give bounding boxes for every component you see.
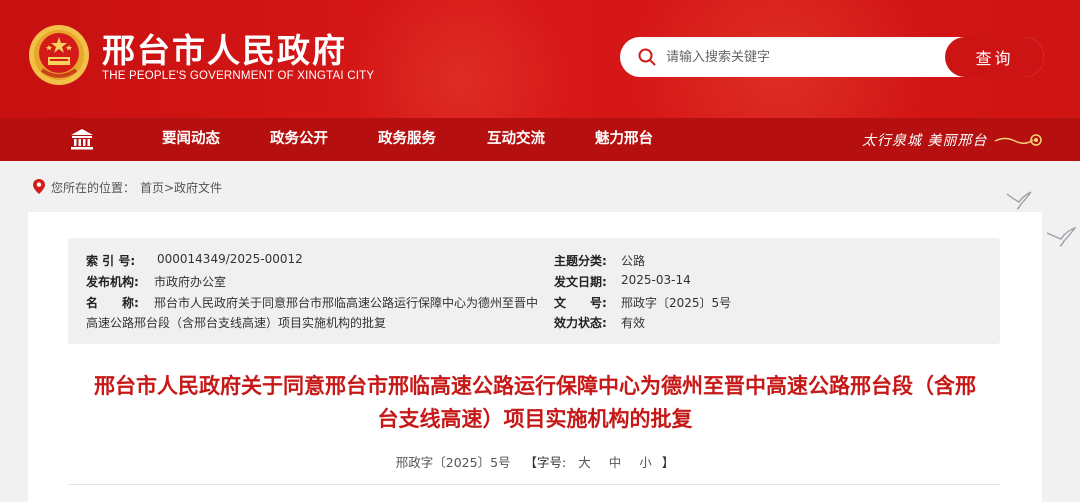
font-size-label: 【字号: [524,455,567,470]
breadcrumb-label: 您所在的位置： [51,181,136,195]
index-label: 索 引 号: [86,254,136,268]
status-value: 有效 [621,316,646,330]
nav-item-disclosure[interactable]: 政务公开 [270,118,328,161]
issuer-label: 发布机构: [86,275,139,289]
index-value: 000014349/2025-00012 [157,252,303,266]
document-card: 索 引 号: 000014349/2025-00012 主题分类: 公路 发布机… [28,212,1042,502]
font-size-small-button[interactable]: 小 [639,455,652,470]
date-label: 发文日期: [554,275,607,289]
document-title-line1: 邢台市人民政府关于同意邢台市邢临高速公路运行保障中心为德州至晋中高速公路邢台段（… [94,374,976,398]
nav-item-charm[interactable]: 魅力邢台 [595,118,653,161]
name-value-line2: 高速公路邢台段（含邢台支线高速）项目实施机构的批复 [86,316,387,330]
docno-value: 邢政字〔2025〕5号 [621,296,732,310]
name-value-line1: 邢台市人民政府关于同意邢台市邢临高速公路运行保障中心为德州至晋中 [154,296,539,310]
document-title-line2: 台支线高速）项目实施机构的批复 [377,407,693,431]
slogan: 太行泉城 美丽邢台 [862,133,988,149]
document-title: 邢台市人民政府关于同意邢台市邢临高速公路运行保障中心为德州至晋中高速公路邢台段（… [28,370,1042,436]
docno-label: 文 号: [554,296,607,310]
crane-decoration-icon-2 [1046,226,1076,247]
document-metadata-panel: 索 引 号: 000014349/2025-00012 主题分类: 公路 发布机… [68,238,1000,344]
subject-value: 公路 [621,254,646,268]
font-size-close: 】 [661,455,675,470]
site-subtitle: THE PEOPLE'S GOVERNMENT OF XINGTAI CITY [102,70,375,82]
search-icon [638,48,656,66]
crane-decoration-icon [1006,191,1032,210]
subject-label: 主题分类: [554,254,607,268]
home-icon[interactable] [70,128,94,150]
search-button[interactable]: 查询 [945,37,1044,77]
swirl-decoration-icon [994,134,1042,146]
date-value: 2025-03-14 [621,273,691,287]
location-pin-icon [33,179,45,194]
nav-item-interaction[interactable]: 互动交流 [487,118,545,161]
status-label: 效力状态: [554,316,607,330]
document-number-bar: 邢政字〔2025〕5号 【字号: 大 中 小 】 [28,452,1042,471]
search-input[interactable] [666,37,936,77]
site-header: 邢台市人民政府 THE PEOPLE'S GOVERNMENT OF XINGT… [0,0,1080,118]
document-number: 邢政字〔2025〕5号 [395,455,511,470]
name-label: 名 称: [86,296,139,310]
font-size-medium-button[interactable]: 中 [609,455,622,470]
header-flower-decoration-2 [330,0,590,118]
national-emblem-icon[interactable] [28,24,90,86]
main-nav: 要闻动态 政务公开 政务服务 互动交流 魅力邢台 太行泉城 美丽邢台 [0,118,1080,161]
search-box: 查询 [620,37,1044,77]
breadcrumb-path[interactable]: 首页>政府文件 [140,179,222,196]
divider [68,484,1000,485]
nav-item-news[interactable]: 要闻动态 [162,118,220,161]
nav-item-services[interactable]: 政务服务 [378,118,436,161]
issuer-value: 市政府办公室 [154,275,227,289]
site-title[interactable]: 邢台市人民政府 [102,24,347,72]
font-size-large-button[interactable]: 大 [578,455,591,470]
